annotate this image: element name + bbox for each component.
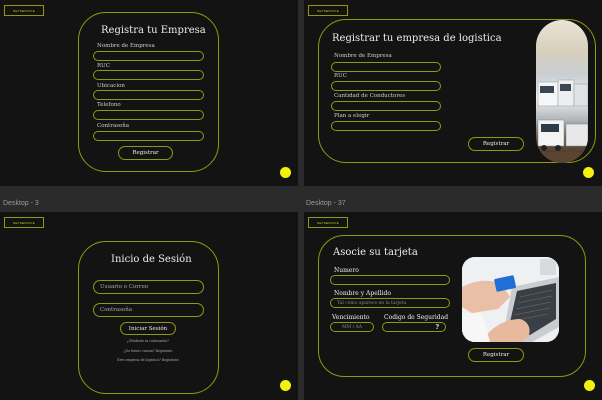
no-account-link[interactable]: ¿No tienes cuenta? Registrate [98, 349, 198, 353]
phone-input[interactable] [93, 110, 204, 120]
expiry-input[interactable]: MM / AA [330, 322, 374, 332]
register-button[interactable]: Registrar [468, 137, 524, 151]
register-button[interactable]: Registrar [468, 348, 524, 362]
driver-count-input[interactable] [331, 101, 441, 111]
register-button[interactable]: Registrar [118, 146, 173, 160]
field-label-cvv: Codigo de Seguridad [384, 314, 449, 321]
location-input[interactable] [93, 90, 204, 100]
cvv-input[interactable]: ? [382, 322, 446, 332]
status-dot [583, 167, 594, 178]
page-title: Registra tu Empresa [101, 25, 206, 36]
ruc-input[interactable] [331, 81, 441, 91]
field-label-name: Nombre y Apellido [334, 290, 391, 297]
frame-label-desktop-3: Desktop - 3 [3, 200, 39, 207]
company-name-input[interactable] [331, 62, 441, 72]
field-label-driver-count: Cantidad de Conductores [334, 93, 406, 99]
user-input[interactable]: Usuario o Correo [93, 280, 204, 294]
logo: NETSERVICE [308, 5, 348, 16]
field-label-company-name: Nombre de Empresa [97, 43, 155, 49]
frame-register-company: NETSERVICE Registra tu Empresa Nombre de… [0, 0, 298, 186]
page-title: Asocie su tarjeta [333, 247, 418, 258]
status-dot [584, 380, 595, 391]
help-icon[interactable]: ? [435, 324, 439, 331]
field-label-password: Contraseña [97, 123, 130, 129]
field-label-ruc: RUC [97, 63, 110, 69]
field-label-ruc: RUC [334, 73, 347, 79]
field-label-location: Ubicacion [97, 83, 125, 89]
frame-label-desktop-37: Desktop - 37 [306, 200, 346, 207]
frame-login: NETSERVICE Inicio de Sesión Usuario o Co… [0, 212, 298, 400]
trucks-photo [536, 20, 588, 163]
card-number-input[interactable] [330, 275, 450, 285]
cardholder-name-input[interactable]: Tal como aparece en la tarjeta [330, 298, 450, 308]
field-label-company-name: Nombre de Empresa [334, 53, 392, 59]
field-label-expiry: Vencimiento [332, 314, 370, 321]
frame-card-link: NETSERVICE Asocie su tarjeta Numero Nomb… [304, 212, 602, 400]
laptop-card-photo [462, 257, 559, 342]
frame-register-logistics: NETSERVICE Registrar tu empresa de logis… [304, 0, 602, 186]
page-title: Inicio de Sesión [111, 254, 192, 265]
plan-select[interactable] [331, 121, 441, 131]
field-label-plan: Plan a elegir [334, 113, 370, 119]
logistics-register-link[interactable]: Eres empresa de logística? Registrate [98, 358, 198, 362]
ruc-input[interactable] [93, 70, 204, 80]
password-input[interactable] [93, 131, 204, 141]
logo: NETSERVICE [4, 5, 44, 16]
field-label-number: Numero [334, 267, 359, 274]
field-label-phone: Telefono [97, 102, 121, 108]
login-button[interactable]: Iniciar Sesión [120, 322, 176, 335]
page-title: Registrar tu empresa de logistica [332, 33, 502, 44]
forgot-password-link[interactable]: ¿Olvidaste tu contraseña? [98, 339, 198, 343]
status-dot [280, 167, 291, 178]
password-input[interactable]: Contraseña [93, 303, 204, 317]
status-dot [280, 380, 291, 391]
company-name-input[interactable] [93, 51, 204, 61]
logo: NETSERVICE [308, 217, 348, 228]
logo: NETSERVICE [4, 217, 44, 228]
